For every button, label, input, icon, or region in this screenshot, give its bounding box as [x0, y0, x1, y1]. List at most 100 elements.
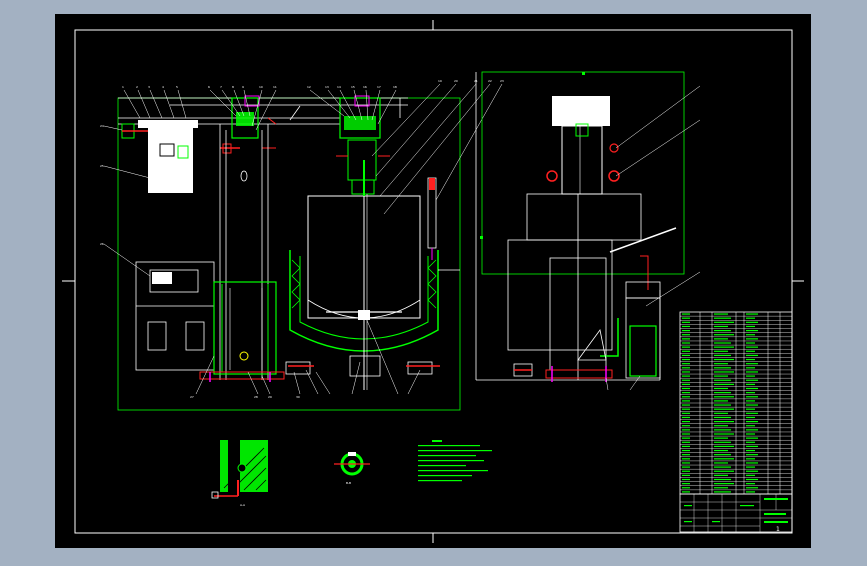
parts-row-text: [682, 358, 690, 361]
parts-row-text: [746, 437, 758, 439]
parts-row-text: [682, 338, 690, 340]
parts-row-text: [746, 454, 758, 456]
svg-text:27: 27: [190, 395, 194, 399]
parts-row-text: [682, 458, 690, 460]
parts-row-text: [746, 483, 755, 485]
parts-row-text: [682, 491, 690, 493]
parts-row-text: [714, 416, 731, 419]
parts-row-text: [682, 329, 690, 332]
parts-row-text: [746, 470, 758, 472]
svg-text:18: 18: [393, 85, 397, 89]
svg-text:5: 5: [176, 85, 178, 89]
parts-row-text: [714, 334, 734, 336]
parts-row-text: [746, 317, 755, 319]
parts-row-text: [746, 433, 755, 435]
parts-row-text: [714, 466, 731, 468]
parts-row-text: [746, 400, 755, 402]
svg-text:4: 4: [162, 85, 164, 89]
parts-row-text: [714, 429, 731, 431]
parts-row-text: [682, 466, 690, 468]
svg-text:29: 29: [268, 395, 272, 399]
parts-row-text: [682, 449, 690, 452]
parts-row-text: [714, 367, 731, 369]
reactor-assembly-drawing: 123 456 789 101112 131415 161718 192021 …: [55, 14, 811, 548]
parts-row-text: [714, 400, 728, 402]
parts-row-text: [714, 437, 728, 439]
parts-row-text: [746, 379, 758, 381]
parts-row-text: [714, 408, 734, 410]
parts-row-text: [714, 346, 734, 348]
svg-text:24: 24: [100, 124, 104, 128]
parts-row-text: [714, 449, 728, 452]
parts-row-text: [746, 441, 755, 443]
parts-row-text: [682, 445, 690, 448]
parts-row-text: [746, 313, 758, 315]
parts-row-text: [682, 420, 690, 423]
parts-row-text: [682, 454, 690, 456]
parts-row-text: [746, 491, 755, 493]
parts-row-text: [746, 342, 755, 344]
parts-row-text: [682, 404, 690, 406]
parts-row-text: [746, 346, 758, 348]
svg-text:1: 1: [122, 85, 124, 89]
parts-row-text: [714, 412, 728, 414]
svg-text:11: 11: [273, 85, 277, 89]
parts-row-text: [714, 321, 734, 323]
svg-text:3: 3: [148, 85, 150, 89]
svg-text:9: 9: [242, 85, 244, 89]
parts-row-text: [682, 408, 690, 410]
parts-row-text: [714, 371, 734, 373]
svg-text:19: 19: [438, 79, 442, 83]
parts-row-text: [682, 317, 690, 319]
parts-row-text: [714, 387, 728, 390]
parts-row-text: [746, 383, 755, 385]
svg-text:2: 2: [136, 85, 138, 89]
parts-row-text: [714, 383, 734, 385]
parts-row-text: [682, 474, 690, 476]
parts-row-text: [682, 396, 690, 398]
parts-row-text: [714, 433, 734, 435]
parts-row-text: [746, 396, 758, 398]
svg-text:13: 13: [325, 85, 329, 89]
parts-row-text: [746, 412, 758, 414]
parts-row-text: [714, 445, 734, 448]
parts-row-text: [714, 425, 728, 427]
svg-text:15: 15: [351, 85, 355, 89]
parts-row-text: [746, 462, 758, 464]
parts-row-text: [746, 392, 755, 394]
parts-row-text: [682, 483, 690, 485]
parts-row-text: [682, 425, 690, 427]
parts-row-text: [714, 478, 731, 481]
parts-row-text: [714, 474, 728, 476]
parts-row-text: [714, 458, 734, 460]
parts-row-text: [714, 342, 731, 344]
parts-row-text: [746, 478, 758, 481]
parts-row-text: [682, 379, 690, 381]
parts-row-text: [682, 363, 690, 365]
parts-row-text: [682, 437, 690, 439]
parts-row-text: [746, 375, 755, 377]
parts-row-text: [746, 387, 758, 390]
parts-row-text: [746, 350, 755, 352]
parts-row-text: [714, 363, 728, 365]
svg-text:10: 10: [259, 85, 263, 89]
svg-text:22: 22: [488, 79, 492, 83]
parts-row-text: [682, 478, 690, 481]
parts-row-text: [682, 487, 690, 489]
parts-row-text: [714, 379, 731, 381]
parts-row-text: [682, 367, 690, 369]
svg-text:26: 26: [100, 242, 104, 246]
parts-row-text: [714, 483, 734, 485]
parts-row-text: [682, 354, 690, 357]
parts-row-text: [746, 474, 755, 476]
parts-row-text: [714, 462, 728, 464]
parts-row-text: [714, 491, 731, 493]
parts-row-text: [682, 392, 690, 394]
svg-text:12: 12: [307, 85, 311, 89]
parts-row-text: [682, 334, 690, 336]
parts-row-text: [682, 441, 690, 443]
parts-row-text: [714, 325, 728, 328]
cad-viewport[interactable]: 123 456 789 101112 131415 161718 192021 …: [0, 0, 867, 562]
parts-row-text: [714, 358, 734, 361]
parts-row-text: [682, 412, 690, 414]
